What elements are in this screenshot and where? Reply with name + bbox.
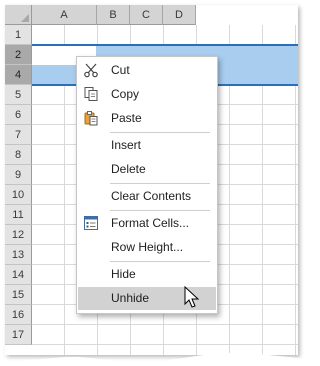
row-header-17[interactable]: 17 (5, 325, 32, 345)
row-header-4[interactable]: 4 (5, 65, 32, 85)
menu-item-label: Insert (111, 138, 142, 152)
row-header-11[interactable]: 11 (5, 205, 32, 225)
menu-item-label: Paste (111, 111, 142, 125)
menu-item-label: Cut (111, 63, 130, 77)
scissors-icon (84, 63, 98, 78)
hidden-row-marker-top (32, 44, 298, 46)
menu-item-label: Format Cells... (111, 216, 190, 230)
format-cells-icon (84, 216, 98, 230)
select-all-triangle-icon (21, 14, 29, 22)
menu-item-format-cells[interactable]: Format Cells... (78, 212, 216, 235)
menu-separator (110, 183, 210, 184)
menu-separator (110, 132, 210, 133)
menu-item-label: Row Height... (111, 240, 184, 254)
menu-item-row-height[interactable]: Row Height... (78, 236, 216, 259)
row-header-5[interactable]: 5 (5, 85, 32, 105)
menu-item-copy[interactable]: Copy (78, 83, 216, 106)
row-header-9[interactable]: 9 (5, 165, 32, 185)
menu-item-label: Clear Contents (111, 189, 192, 203)
menu-item-paste[interactable]: Paste (78, 107, 216, 130)
row-header-1[interactable]: 1 (5, 25, 32, 45)
menu-item-label: Hide (111, 267, 136, 281)
column-header-c[interactable]: C (130, 5, 163, 25)
menu-item-hide[interactable]: Hide (78, 263, 216, 286)
row-header-8[interactable]: 8 (5, 145, 32, 165)
row-header-7[interactable]: 7 (5, 125, 32, 145)
paste-icon (84, 111, 98, 126)
copy-icon (84, 87, 98, 101)
context-menu: Cut Copy Paste Insert Delete Clear Conte… (76, 56, 218, 314)
select-all-corner[interactable] (5, 5, 32, 25)
column-header-a[interactable]: A (32, 5, 97, 25)
torn-edge-decoration (0, 352, 306, 366)
row-header-13[interactable]: 13 (5, 245, 32, 265)
row-header-2[interactable]: 2 (5, 45, 32, 65)
column-header-b[interactable]: B (97, 5, 130, 25)
column-header-d[interactable]: D (163, 5, 196, 25)
row-header-16[interactable]: 16 (5, 305, 32, 325)
row-header-10[interactable]: 10 (5, 185, 32, 205)
row-header-12[interactable]: 12 (5, 225, 32, 245)
menu-item-label: Copy (111, 87, 140, 101)
menu-item-clear-contents[interactable]: Clear Contents (78, 185, 216, 208)
menu-item-label: Unhide (111, 291, 150, 305)
menu-separator (110, 210, 210, 211)
menu-item-insert[interactable]: Insert (78, 134, 216, 157)
menu-separator (110, 261, 210, 262)
menu-item-label: Delete (111, 162, 146, 176)
row-header-14[interactable]: 14 (5, 265, 32, 285)
menu-item-cut[interactable]: Cut (78, 59, 216, 82)
menu-item-delete[interactable]: Delete (78, 158, 216, 181)
row-header-15[interactable]: 15 (5, 285, 32, 305)
row-header-6[interactable]: 6 (5, 105, 32, 125)
mouse-cursor-icon (184, 286, 200, 308)
